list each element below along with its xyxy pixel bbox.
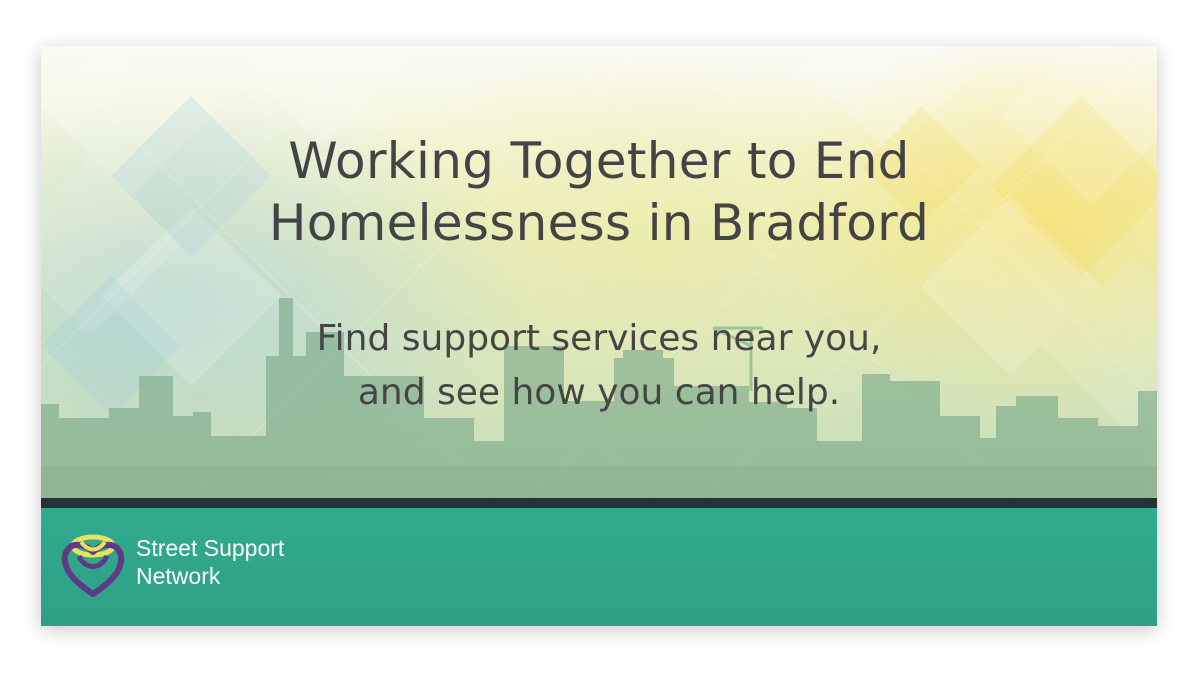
subheadline-line-2: and see how you can help. — [357, 372, 841, 413]
divider-bar — [41, 498, 1157, 508]
subheadline: Find support services near you, and see … — [41, 312, 1157, 420]
brand-line-2: Network — [136, 563, 221, 589]
subheadline-line-1: Find support services near you, — [316, 318, 882, 359]
footer-bar: Street Support Network — [41, 508, 1157, 626]
headline-line-1: Working Together to End — [288, 132, 910, 190]
headline: Working Together to End Homelessness in … — [41, 130, 1157, 254]
city-skyline — [41, 298, 1157, 498]
banner-card: Working Together to End Homelessness in … — [41, 46, 1157, 626]
headline-line-2: Homelessness in Bradford — [268, 194, 930, 252]
brand-name: Street Support Network — [136, 534, 284, 590]
brand-line-1: Street Support — [136, 535, 285, 561]
heart-knot-icon — [61, 534, 125, 597]
hero-section: Working Together to End Homelessness in … — [41, 46, 1157, 498]
